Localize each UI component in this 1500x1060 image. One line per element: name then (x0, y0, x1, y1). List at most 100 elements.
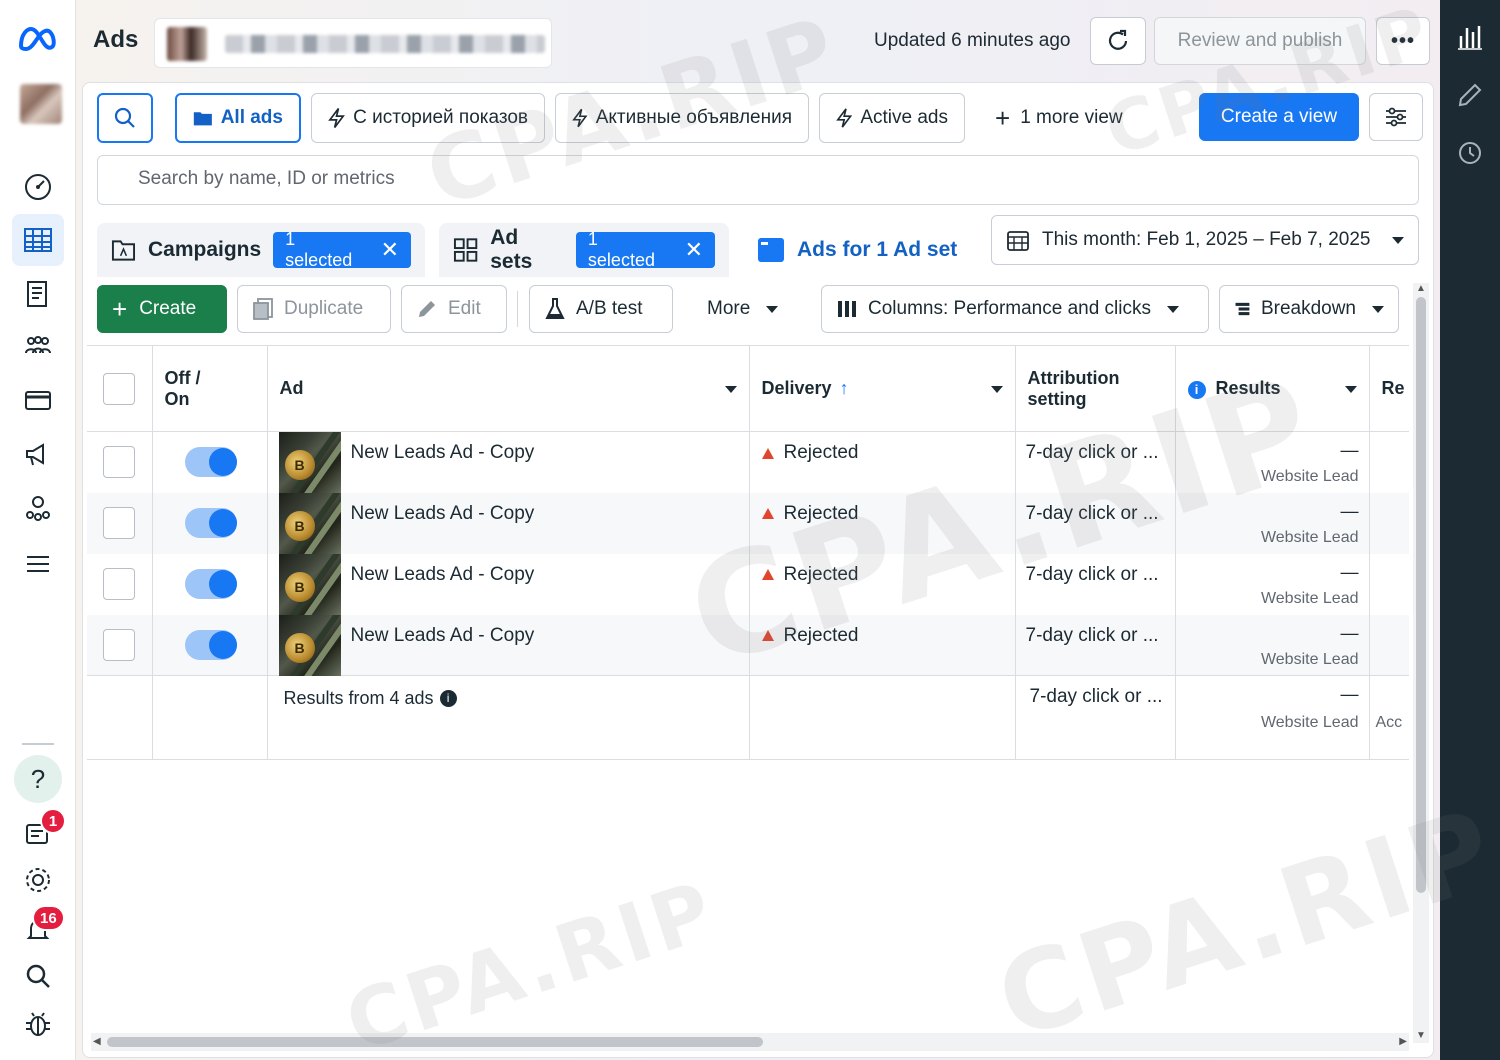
ad-thumbnail[interactable]: B (278, 492, 341, 554)
search-bar[interactable] (97, 155, 1419, 205)
row-select-cell (87, 492, 153, 554)
ad-thumbnail[interactable]: B (278, 553, 341, 615)
date-range-picker[interactable]: This month: Feb 1, 2025 – Feb 7, 2025 (991, 215, 1419, 265)
more-options-button[interactable]: ••• (1376, 17, 1430, 65)
clear-selection-icon[interactable]: ✕ (381, 237, 399, 263)
ad-name-cell[interactable]: B New Leads Ad - Copy (267, 553, 750, 615)
columns-dropdown[interactable]: Columns: Performance and clicks (821, 285, 1209, 333)
view-settings-button[interactable] (1369, 93, 1423, 141)
adsets-selected-chip[interactable]: 1 selected ✕ (575, 229, 715, 270)
vertical-scrollbar[interactable]: ▲ ▼ (1413, 283, 1429, 1043)
account-avatar[interactable] (20, 84, 62, 124)
view-all-ads[interactable]: All ads (175, 93, 301, 143)
horizontal-scroll-thumb[interactable] (107, 1037, 763, 1047)
clear-selection-icon[interactable]: ✕ (685, 237, 703, 263)
info-icon[interactable]: i (439, 690, 457, 707)
view-active-ads[interactable]: Active ads (819, 93, 965, 143)
create-view-button[interactable]: Create a view (1199, 93, 1359, 141)
ad-name-link[interactable]: New Leads Ad - Copy (351, 442, 535, 464)
search-icon[interactable] (12, 950, 64, 1002)
toggle-knob (208, 508, 237, 537)
ad-name-link[interactable]: New Leads Ad - Copy (351, 503, 535, 525)
reports-icon[interactable] (12, 268, 64, 320)
meta-logo-icon[interactable] (17, 26, 57, 57)
flask-icon (545, 298, 565, 319)
ad-name-link[interactable]: New Leads Ad - Copy (351, 625, 535, 647)
results-value: — (1340, 561, 1359, 582)
chevron-down-icon[interactable] (724, 386, 737, 393)
settings-gear-icon[interactable] (12, 854, 64, 906)
ad-on-off-toggle[interactable] (184, 629, 237, 660)
view-active-ru[interactable]: Активные объявления (555, 93, 809, 143)
select-all-checkbox[interactable] (103, 372, 135, 405)
pencil-icon[interactable] (1455, 80, 1485, 110)
more-views-button[interactable]: + 1 more view (979, 93, 1139, 143)
attribution-column-header[interactable]: Attribution setting (1015, 345, 1176, 432)
tab-ad-sets[interactable]: Ad sets 1 selected ✕ (439, 223, 729, 277)
ad-on-off-toggle[interactable] (184, 447, 237, 477)
duplicate-button[interactable]: Duplicate (237, 285, 391, 333)
report-bug-icon[interactable] (12, 998, 64, 1050)
ad-name-cell[interactable]: B New Leads Ad - Copy (267, 614, 750, 676)
ad-name-cell[interactable]: B New Leads Ad - Copy (267, 431, 750, 493)
search-input[interactable] (138, 168, 1238, 190)
ad-name-cell[interactable]: B New Leads Ad - Copy (267, 492, 750, 554)
help-button[interactable]: ? (14, 755, 62, 803)
ad-on-off-toggle[interactable] (184, 507, 237, 538)
duplicate-icon (253, 298, 273, 320)
account-overview-icon[interactable] (12, 160, 64, 212)
review-and-publish-button[interactable]: Review and publish (1154, 17, 1366, 65)
attribution-value: 7-day click or ... (1025, 624, 1159, 646)
all-tools-menu-icon[interactable] (12, 538, 64, 590)
ab-test-button[interactable]: A/B test (529, 285, 673, 333)
search-icon (114, 107, 135, 128)
ad-name-link[interactable]: New Leads Ad - Copy (351, 564, 535, 586)
table-row[interactable]: B New Leads Ad - Copy Rejected 7-day cli… (87, 553, 1409, 615)
reach-column-header[interactable]: Re (1369, 345, 1409, 432)
ad-on-off-toggle[interactable] (184, 568, 237, 599)
summary-label: Results from 4 ads (283, 688, 434, 708)
folder-icon (193, 112, 212, 126)
row-checkbox[interactable] (103, 446, 135, 478)
scroll-right-icon[interactable]: ▶ (1399, 1036, 1407, 1047)
horizontal-scrollbar[interactable]: ◀ ▶ (91, 1033, 1409, 1051)
ad-thumbnail[interactable]: B (278, 614, 341, 676)
tab-ads[interactable]: Ads for 1 Ad set (743, 223, 973, 277)
tab-campaigns[interactable]: Campaigns 1 selected ✕ (97, 223, 425, 277)
view-with-history[interactable]: С историей показов (311, 93, 545, 143)
edit-button[interactable]: Edit (401, 285, 507, 333)
sort-ascending-icon[interactable]: ↑ (840, 378, 849, 398)
scroll-left-icon[interactable]: ◀ (93, 1036, 101, 1047)
table-row[interactable]: B New Leads Ad - Copy Rejected 7-day cli… (87, 431, 1409, 493)
scroll-up-icon[interactable]: ▲ (1416, 283, 1426, 294)
campaigns-table-icon[interactable] (12, 214, 64, 266)
row-checkbox[interactable] (103, 628, 135, 661)
advertise-icon[interactable] (12, 428, 64, 480)
row-checkbox[interactable] (103, 506, 135, 539)
ad-account-selector[interactable] (154, 18, 552, 68)
billing-icon[interactable] (12, 374, 64, 426)
info-icon[interactable]: i (1187, 381, 1206, 399)
chevron-down-icon[interactable] (990, 386, 1003, 393)
reach-cell (1369, 553, 1409, 615)
more-actions-dropdown[interactable]: More (707, 285, 787, 333)
create-button[interactable]: + Create (97, 285, 227, 333)
table-row[interactable]: B New Leads Ad - Copy Rejected 7-day cli… (87, 492, 1409, 554)
bar-chart-icon[interactable] (1455, 22, 1485, 52)
campaigns-selected-chip[interactable]: 1 selected ✕ (273, 229, 411, 270)
scroll-down-icon[interactable]: ▼ (1416, 1030, 1426, 1041)
history-clock-icon[interactable] (1455, 138, 1485, 168)
business-settings-icon[interactable] (12, 482, 64, 534)
search-toggle-button[interactable] (97, 93, 153, 143)
refresh-button[interactable] (1090, 17, 1146, 65)
vertical-scroll-thumb[interactable] (1416, 297, 1426, 893)
audiences-icon[interactable] (12, 320, 64, 372)
breakdown-dropdown[interactable]: Breakdown (1219, 285, 1399, 333)
chevron-down-icon[interactable] (1344, 386, 1357, 393)
ad-thumbnail[interactable]: B (278, 432, 341, 493)
delivery-column-header[interactable]: Delivery ↑ (749, 345, 1016, 432)
results-column-header[interactable]: i Results (1175, 345, 1370, 432)
ad-column-header[interactable]: Ad (267, 345, 750, 432)
table-row[interactable]: B New Leads Ad - Copy Rejected 7-day cli… (87, 614, 1409, 676)
row-checkbox[interactable] (103, 567, 135, 600)
